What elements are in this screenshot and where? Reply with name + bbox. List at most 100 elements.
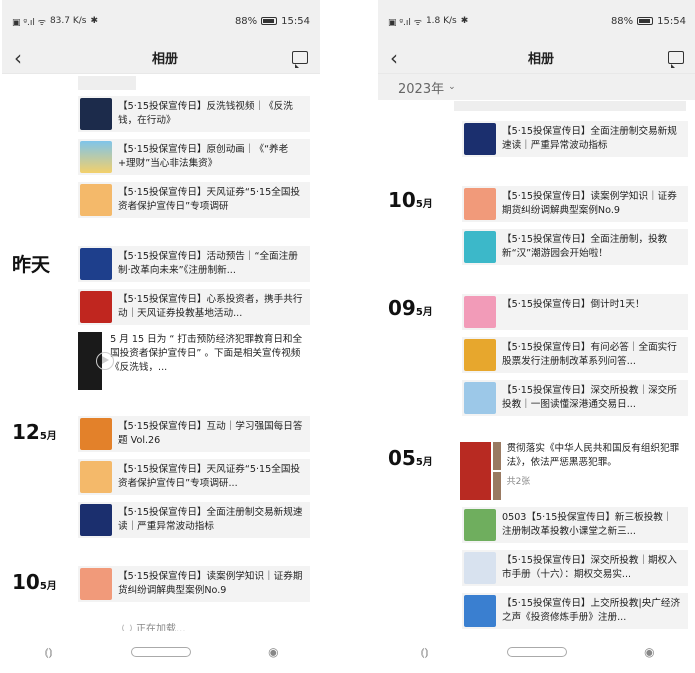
date-day: 05 bbox=[388, 446, 416, 470]
list-item[interactable]: 【5·15投保宣传日】上交所投教|央广经济之声《投资修炼手册》注册... bbox=[462, 593, 688, 629]
bluetooth-icon: ✱ bbox=[460, 16, 469, 26]
red-poster-thumb-icon bbox=[80, 291, 112, 323]
list-item[interactable]: 【5·15投保宣传日】心系投资者，携手共行动｜天风证券投教基地活动... bbox=[78, 289, 310, 325]
poster-thumb-icon bbox=[460, 442, 491, 500]
partial-item-top bbox=[78, 76, 136, 90]
year-selector[interactable]: 2023年 ⌄ bbox=[378, 74, 695, 100]
list-item[interactable]: 【5·15投保宣传日】读案例学知识｜证券期货纠纷调解典型案例No.9 bbox=[462, 186, 688, 222]
album-item[interactable]: 贯彻落实《中华人民共和国反有组织犯罪法》，依法严惩黑恶犯罪。 共2张 bbox=[460, 442, 686, 502]
item-title: 【5·15投保宣传日】上交所投教|央广经济之声《投资修炼手册》注册... bbox=[502, 598, 681, 623]
play-icon bbox=[96, 352, 114, 370]
document-thumb-icon bbox=[80, 461, 112, 493]
item-title: 【5·15投保宣传日】心系投资者，携手共行动｜天风证券投教基地活动... bbox=[118, 294, 303, 319]
list-item[interactable]: 【5·15投保宣传日】互动｜学习强国每日答题 Vol.26 bbox=[78, 416, 310, 452]
page-title: 相册 bbox=[527, 52, 554, 67]
countdown-thumb-icon bbox=[464, 296, 496, 328]
network-speed: 83.7 K/s bbox=[49, 16, 87, 26]
date-label-10: 105月 bbox=[12, 570, 57, 594]
item-title: 【5·15投保宣传日】反洗钱视频｜《反洗钱，在行动》 bbox=[118, 101, 293, 126]
status-bar: ▣ ᵍ.ıl ᯤ 83.7 K/s ✱ 88% 15:54 bbox=[2, 0, 320, 42]
event-thumb-icon bbox=[80, 248, 112, 280]
year-label: 2023年 bbox=[398, 81, 445, 97]
nav-bar: ‹ 相册 bbox=[2, 42, 320, 74]
date-label-12: 125月 bbox=[12, 420, 57, 444]
status-bar: ▣ ᵍ.ıl ᯤ 1.8 K/s ✱ 88% 15:54 bbox=[378, 0, 695, 42]
list-item[interactable]: 【5·15投保宣传日】天风证券“5·15全国投资者保护宣传日”专项调研 bbox=[78, 182, 310, 218]
battery-icon bbox=[261, 17, 278, 25]
date-day: 10 bbox=[388, 188, 416, 212]
list-item[interactable]: 【5·15投保宣传日】天风证券“5·15全国投资者保护宣传日”专项调研... bbox=[78, 459, 310, 495]
screenshot-stage: ▣ ᵍ.ıl ᯤ 83.7 K/s ✱ 88% 15:54 ‹ 相册 【5·15… bbox=[0, 0, 695, 673]
item-title: 【5·15投保宣传日】深交所投教｜深交所投教｜一图读懂深港通交易日... bbox=[502, 385, 677, 410]
item-title: 【5·15投保宣传日】天风证券“5·15全国投资者保护宣传日”专项调研... bbox=[118, 464, 301, 489]
list-item[interactable]: 【5·15投保宣传日】全面注册制，投教新“汉”潮游园会开始啦！ bbox=[462, 229, 688, 265]
video-thumb-icon bbox=[80, 98, 112, 130]
list-item[interactable]: 【5·15投保宣传日】全面注册制交易新规速读｜严重异常波动指标 bbox=[462, 121, 688, 157]
list-item[interactable]: 【5·15投保宣传日】深交所投教｜期权入市手册（十六）：期权交易实... bbox=[462, 550, 688, 586]
battery-percent: 88% bbox=[610, 15, 634, 27]
signal-icon: ▣ ᵍ.ıl ᯤ bbox=[388, 17, 422, 28]
item-title: 【5·15投保宣传日】原创动画｜《“养老+理财”当心非法集资》 bbox=[118, 144, 289, 169]
ai-assistant-icon[interactable]: ⦅⦆ bbox=[414, 645, 436, 660]
status-right: 88% 15:54 bbox=[611, 16, 686, 27]
bluetooth-icon: ✱ bbox=[90, 16, 99, 26]
battery-percent: 88% bbox=[234, 15, 258, 27]
list-item[interactable]: 【5·15投保宣传日】全面注册制交易新规速读｜严重异常波动指标 bbox=[78, 502, 310, 538]
quiz-thumb-icon bbox=[80, 418, 112, 450]
list-item[interactable]: 【5·15投保宣传日】反洗钱视频｜《反洗钱，在行动》 bbox=[78, 96, 310, 132]
list-item[interactable]: 【5·15投保宣传日】原创动画｜《“养老+理财”当心非法集资》 bbox=[78, 139, 310, 175]
qa-thumb-icon bbox=[464, 339, 496, 371]
home-pill[interactable] bbox=[506, 647, 567, 657]
cartoon-thumb-icon bbox=[80, 141, 112, 173]
item-title: 【5·15投保宣传日】有问必答｜全面实行股票发行注册制改革系列问答... bbox=[502, 342, 677, 367]
back-icon[interactable]: ‹ bbox=[14, 46, 38, 70]
item-title: 0503【5·15投保宣传日】新三板投教｜注册制改革投教小课堂之新三... bbox=[502, 512, 673, 537]
item-title: 【5·15投保宣传日】天风证券“5·15全国投资者保护宣传日”专项调研 bbox=[118, 187, 301, 212]
date-day: 09 bbox=[388, 296, 416, 320]
eye-icon[interactable]: ◉ bbox=[262, 645, 284, 659]
clock: 15:54 bbox=[657, 15, 686, 27]
gesture-bar: ⦅⦆ ◉ bbox=[378, 631, 695, 673]
right-phone-screen: ▣ ᵍ.ıl ᯤ 1.8 K/s ✱ 88% 15:54 ‹ 相册 2023年 … bbox=[378, 0, 695, 673]
battery-icon bbox=[637, 17, 654, 25]
video-thumbnail bbox=[78, 332, 114, 390]
status-right: 88% 15:54 bbox=[235, 16, 310, 27]
eye-icon[interactable]: ◉ bbox=[638, 645, 660, 659]
video-item[interactable]: 5 月 15 日为 “ 打击预防经济犯罪教育日和全国投资者保护宣传日” 。下面是… bbox=[78, 332, 310, 390]
list-item[interactable]: 【5·15投保宣传日】读案例学知识｜证券期货纠纷调解典型案例No.9 bbox=[78, 566, 310, 602]
date-day: 12 bbox=[12, 420, 40, 444]
item-title: 【5·15投保宣传日】深交所投教｜期权入市手册（十六）：期权交易实... bbox=[502, 555, 677, 580]
ai-assistant-icon[interactable]: ⦅⦆ bbox=[38, 645, 60, 660]
album-text: 贯彻落实《中华人民共和国反有组织犯罪法》，依法严惩黑恶犯罪。 bbox=[506, 443, 680, 468]
item-title: 【5·15投保宣传日】全面注册制，投教新“汉”潮游园会开始啦！ bbox=[502, 234, 668, 259]
status-left: ▣ ᵍ.ıl ᯤ 1.8 K/s ✱ bbox=[388, 15, 468, 28]
status-left: ▣ ᵍ.ıl ᯤ 83.7 K/s ✱ bbox=[12, 15, 98, 28]
home-pill[interactable] bbox=[130, 647, 191, 657]
item-title: 【5·15投保宣传日】倒计时1天！ bbox=[502, 299, 645, 310]
item-title: 【5·15投保宣传日】读案例学知识｜证券期货纠纷调解典型案例No.9 bbox=[118, 571, 303, 596]
list-item[interactable]: 【5·15投保宣传日】有问必答｜全面实行股票发行注册制改革系列问答... bbox=[462, 337, 688, 373]
list-item[interactable]: 【5·15投保宣传日】倒计时1天！ bbox=[462, 294, 688, 330]
list-item[interactable]: 【5·15投保宣传日】活动预告｜“全面注册制·改革向未来”《注册制新... bbox=[78, 246, 310, 282]
album-count: 共2张 bbox=[506, 477, 531, 487]
signal-icon: ▣ ᵍ.ıl ᯤ bbox=[12, 17, 46, 28]
date-label-09: 095月 bbox=[388, 296, 433, 320]
gesture-bar: ⦅⦆ ◉ bbox=[2, 631, 320, 673]
date-month: 5月 bbox=[39, 581, 57, 592]
rules-thumb-icon bbox=[80, 504, 112, 536]
document-thumb-icon bbox=[80, 184, 112, 216]
back-icon[interactable]: ‹ bbox=[390, 46, 414, 70]
clock: 15:54 bbox=[281, 15, 310, 27]
list-item[interactable]: 【5·15投保宣传日】深交所投教｜深交所投教｜一图读懂深港通交易日... bbox=[462, 380, 688, 416]
item-title: 【5·15投保宣传日】读案例学知识｜证券期货纠纷调解典型案例No.9 bbox=[502, 191, 677, 216]
date-month: 5月 bbox=[415, 199, 433, 210]
message-icon[interactable] bbox=[667, 51, 684, 68]
network-speed: 1.8 K/s bbox=[425, 16, 457, 26]
date-month: 5月 bbox=[415, 457, 433, 468]
partial-item-top bbox=[454, 101, 686, 111]
infographic-thumb-icon bbox=[464, 382, 496, 414]
item-title: 【5·15投保宣传日】互动｜学习强国每日答题 Vol.26 bbox=[118, 421, 303, 446]
list-item[interactable]: 0503【5·15投保宣传日】新三板投教｜注册制改革投教小课堂之新三... bbox=[462, 507, 688, 543]
message-icon[interactable] bbox=[291, 51, 308, 68]
item-title: 【5·15投保宣传日】活动预告｜“全面注册制·改革向未来”《注册制新... bbox=[118, 251, 298, 276]
